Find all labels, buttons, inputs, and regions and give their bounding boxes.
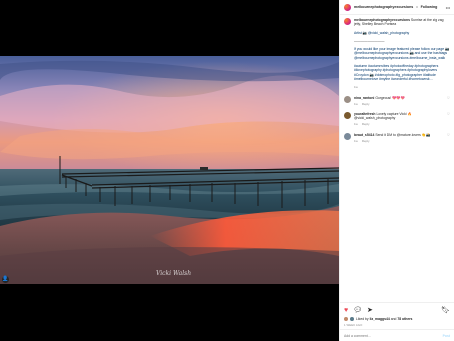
- caption-feature[interactable]: If you would like your image featured pl…: [354, 47, 450, 60]
- avatar[interactable]: [344, 3, 351, 11]
- avatar[interactable]: [344, 18, 351, 25]
- user-tag-icon[interactable]: 👤: [2, 276, 9, 283]
- avatar[interactable]: [344, 111, 351, 119]
- avatar: [344, 317, 348, 321]
- avatar[interactable]: [344, 95, 351, 103]
- post-modal: Vicki Walsh 👤 melbournephotographyexcurs…: [0, 0, 454, 341]
- post-button[interactable]: Post: [443, 334, 450, 338]
- comment-time: 1w: [354, 138, 358, 143]
- comment-item: nina_rantoni Gorgeous! 💖💖💖 1w Reply ♡: [344, 95, 450, 106]
- caption-artist[interactable]: Artist 📷 @vicki_walsh_photography: [354, 31, 450, 35]
- caption-hashtags[interactable]: #autumn #autumnvibes #photooftheday #pho…: [354, 64, 450, 81]
- comment-icon[interactable]: 💬︎: [353, 307, 362, 314]
- likes-prefix: Liked by: [356, 317, 369, 321]
- share-icon[interactable]: ➤: [367, 307, 373, 314]
- comment-input[interactable]: [344, 333, 443, 338]
- separator-dot: •: [416, 5, 418, 9]
- reply-button[interactable]: Reply: [362, 122, 370, 126]
- post-photo[interactable]: [0, 56, 339, 284]
- action-bar: ♥ 💬︎ ➤ 🔖︎ Liked by liz_maggs44 and 78 ot…: [340, 302, 454, 329]
- likes-count[interactable]: 78 others: [397, 317, 412, 321]
- photographer-signature: Vicki Walsh: [156, 270, 192, 277]
- more-dots-icon[interactable]: •••: [446, 5, 450, 10]
- reply-button[interactable]: Reply: [362, 102, 370, 106]
- heart-filled-icon[interactable]: ♥: [344, 307, 348, 314]
- post-date: 1 WEEK AGO: [344, 323, 363, 327]
- comment-time: 1w: [354, 101, 358, 106]
- comments-list[interactable]: melbournephotographyexcursions Sunrise a…: [340, 15, 454, 302]
- comment-time: 1w: [354, 122, 358, 127]
- header-username[interactable]: melbournephotographyexcursions: [354, 5, 413, 9]
- comment-username[interactable]: nina_rantoni: [354, 96, 374, 100]
- comment-item: beaut_s5414 Send it DM to @mature.lovers…: [344, 132, 450, 143]
- post-header: melbournephotographyexcursions • Followi…: [340, 0, 454, 15]
- heart-outline-icon[interactable]: ♡: [447, 96, 450, 106]
- comment-username[interactable]: beaut_s5414: [354, 133, 374, 137]
- avatar: [350, 317, 354, 321]
- comment-item: youraltefresh Lovely capture Vicki 🔥 @vi…: [344, 111, 450, 127]
- post-sidebar: melbournephotographyexcursions • Followi…: [339, 0, 454, 341]
- caption-time: 1w: [354, 85, 358, 90]
- bookmark-icon[interactable]: 🔖︎: [441, 307, 450, 314]
- avatar[interactable]: [344, 132, 351, 140]
- caption-divider: —————————: [354, 38, 385, 43]
- post-media[interactable]: Vicki Walsh 👤: [0, 0, 339, 341]
- add-comment-bar: Post: [340, 329, 454, 341]
- sunrise-jetty-photo: [0, 56, 339, 284]
- heart-outline-icon[interactable]: ♡: [447, 133, 450, 143]
- likes-user[interactable]: liz_maggs44: [370, 317, 390, 321]
- reply-button[interactable]: Reply: [362, 139, 370, 143]
- heart-outline-icon[interactable]: ♡: [447, 112, 450, 127]
- caption: melbournephotographyexcursions Sunrise a…: [344, 18, 450, 90]
- comment-text: Gorgeous! 💖💖💖: [375, 95, 405, 100]
- comment-text: Send it DM to @mature.lovers 👏📸: [375, 132, 431, 137]
- likes-suffix: and: [390, 317, 397, 321]
- following-button[interactable]: Following: [421, 5, 438, 9]
- likes-summary: Liked by liz_maggs44 and 78 others: [344, 317, 450, 321]
